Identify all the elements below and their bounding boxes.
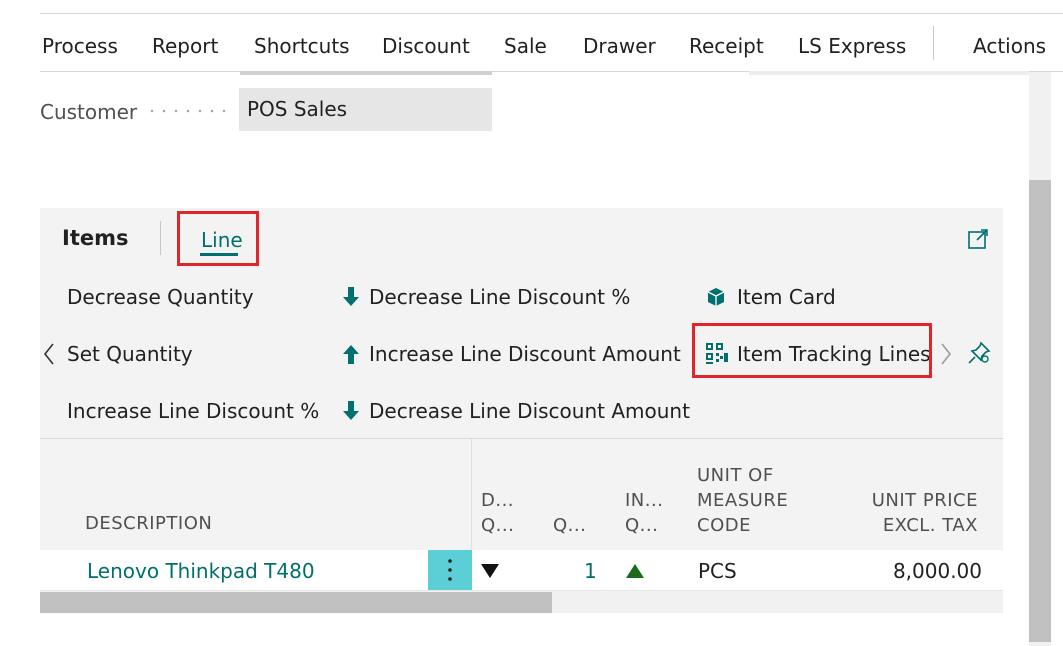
customer-leader-dots [146,104,230,118]
items-panel-title: Items [62,226,129,250]
field-edge-decoration [240,71,492,75]
col-header-dq-2[interactable]: Q... [481,513,514,538]
row-quantity[interactable]: 1 [584,559,597,583]
arrow-down-icon [343,287,359,306]
column-separator [471,439,472,549]
tab-separator [160,221,161,255]
increase-quantity-triangle-icon[interactable] [626,564,644,578]
col-header-dq-1[interactable]: D... [481,488,514,513]
arrow-down-icon [343,401,359,420]
action-increase-line-discount-amount[interactable]: Increase Line Discount Amount [369,342,681,366]
col-header-uom-3[interactable]: CODE [697,513,751,538]
menu-actions[interactable]: Actions [973,34,1046,58]
action-decrease-line-discount-pct[interactable]: Decrease Line Discount % [369,285,630,309]
menu-ls-express[interactable]: LS Express [798,34,906,58]
col-header-iq-2[interactable]: Q... [625,513,658,538]
highlight-box-item-tracking [692,323,932,378]
action-menu-bar: Process Report Shortcuts Discount Sale D… [40,14,1063,72]
menu-separator [933,26,934,60]
col-header-uom-1[interactable]: UNIT OF [697,463,774,488]
highlight-box-line-tab [177,211,259,266]
field-edge-decoration-right [749,71,1029,75]
action-item-card[interactable]: Item Card [737,285,836,309]
menu-drawer[interactable]: Drawer [583,34,656,58]
more-options-icon[interactable] [447,558,453,582]
menu-shortcuts[interactable]: Shortcuts [254,34,350,58]
action-decrease-quantity[interactable]: Decrease Quantity [67,285,254,309]
menu-receipt[interactable]: Receipt [689,34,764,58]
table-scrollbar-thumb[interactable] [40,592,552,613]
col-header-iq-1[interactable]: IN... [625,488,663,513]
action-increase-line-discount-pct[interactable]: Increase Line Discount % [67,399,319,423]
chevron-right-icon[interactable] [939,342,953,366]
menu-discount[interactable]: Discount [382,34,470,58]
menu-sale[interactable]: Sale [504,34,547,58]
menu-report[interactable]: Report [152,34,218,58]
decrease-quantity-triangle-icon[interactable] [481,564,499,578]
item-card-icon [707,288,725,306]
row-unit-price[interactable]: 8,000.00 [893,559,982,583]
action-decrease-line-discount-amount[interactable]: Decrease Line Discount Amount [369,399,690,423]
customer-field[interactable]: POS Sales [239,88,492,131]
col-header-unit-price-1[interactable]: UNIT PRICE [872,488,978,513]
col-header-uom-2[interactable]: MEASURE [697,488,788,513]
chevron-left-icon[interactable] [42,342,56,366]
pin-icon[interactable] [966,340,992,366]
customer-label: Customer [40,100,138,124]
row-description[interactable]: Lenovo Thinkpad T480 [87,559,315,583]
expand-icon[interactable] [967,228,989,250]
action-set-quantity[interactable]: Set Quantity [67,342,193,366]
col-header-unit-price-2[interactable]: EXCL. TAX [883,513,978,538]
page-scrollbar-thumb[interactable] [1029,180,1051,642]
menu-process[interactable]: Process [42,34,118,58]
row-uom[interactable]: PCS [698,559,737,583]
arrow-up-icon [343,345,359,364]
col-header-description[interactable]: DESCRIPTION [85,511,212,536]
col-header-quantity[interactable]: Q... [553,513,586,538]
